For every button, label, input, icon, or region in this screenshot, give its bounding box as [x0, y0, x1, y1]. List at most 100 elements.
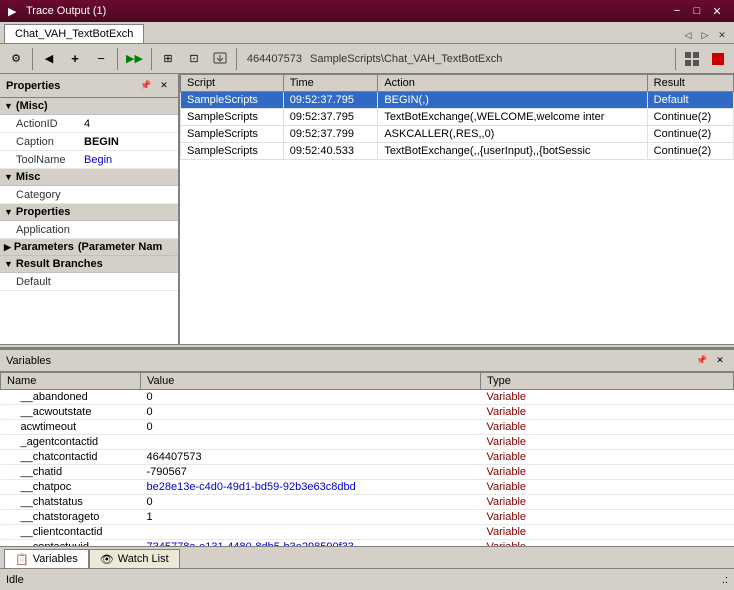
- stop-icon: [712, 53, 724, 65]
- grid2-button[interactable]: ⊡: [182, 47, 206, 71]
- back-button[interactable]: ◀: [37, 47, 61, 71]
- prop-group-result[interactable]: ▼ Result Branches: [0, 256, 178, 273]
- title-bar-title: Trace Output (1): [26, 5, 106, 17]
- prop-row-caption: Caption BEGIN: [0, 133, 178, 151]
- variables-table: Name Value Type __abandoned 0 Variable _…: [0, 372, 734, 546]
- var-type: Variable: [481, 450, 734, 465]
- prop-group-properties[interactable]: ▼ Properties: [0, 204, 178, 221]
- prop-value-toolname: Begin: [84, 154, 112, 166]
- variables-panel: Variables 📌 ✕ Name Value Type __abandone…: [0, 348, 734, 568]
- script-cell-result: Continue(2): [647, 109, 733, 126]
- prop-row-category: Category: [0, 186, 178, 204]
- var-name: __chatpoc: [1, 480, 141, 495]
- script-table-row[interactable]: SampleScripts 09:52:37.799 ASKCALLER(,RE…: [181, 126, 734, 143]
- var-value: [141, 525, 481, 540]
- script-cell-time: 09:52:37.795: [283, 109, 378, 126]
- tab-chat-vah[interactable]: Chat_VAH_TextBotExch: [4, 24, 144, 43]
- var-value: 464407573: [141, 450, 481, 465]
- script-cell-script: SampleScripts: [181, 92, 284, 109]
- var-type: Variable: [481, 495, 734, 510]
- prop-group-misc[interactable]: ▼ (Misc): [0, 98, 178, 115]
- maximize-button[interactable]: □: [688, 3, 706, 19]
- vars-table-row: __chatstatus 0 Variable: [1, 495, 734, 510]
- app-icon: ▶: [8, 4, 22, 18]
- var-value: be28e13e-c4d0-49d1-bd59-92b3e63c8dbd: [141, 480, 481, 495]
- var-name: __chatcontactid: [1, 450, 141, 465]
- script-cell-time: 09:52:37.799: [283, 126, 378, 143]
- var-value: 0: [141, 420, 481, 435]
- vars-table-row: __chatstorageto 1 Variable: [1, 510, 734, 525]
- script-cell-action: TextBotExchange(,,{userInput},,{botSessi…: [378, 143, 647, 160]
- prop-group-misc2[interactable]: ▼ Misc: [0, 169, 178, 186]
- script-cell-time: 09:52:40.533: [283, 143, 378, 160]
- var-type: Variable: [481, 510, 734, 525]
- var-name: __chatid: [1, 465, 141, 480]
- status-bar: Idle .:: [0, 568, 734, 590]
- vars-table-row: __chatid -790567 Variable: [1, 465, 734, 480]
- tab-variables[interactable]: 📋 Variables: [4, 549, 89, 568]
- toolbar-path: SampleScripts\Chat_VAH_TextBotExch: [310, 53, 671, 65]
- download-button[interactable]: [208, 47, 232, 71]
- stop-button[interactable]: [706, 47, 730, 71]
- tab-prev-button[interactable]: ◁: [680, 27, 696, 43]
- var-value: 0: [141, 390, 481, 405]
- run-button[interactable]: ▶▶: [122, 47, 147, 71]
- script-cell-script: SampleScripts: [181, 143, 284, 160]
- vars-table-row: __chatcontactid 464407573 Variable: [1, 450, 734, 465]
- col-result: Result: [647, 75, 733, 92]
- remove-button[interactable]: −: [89, 47, 113, 71]
- variables-panel-header: Variables 📌 ✕: [0, 350, 734, 372]
- script-table-wrapper[interactable]: Script Time Action Result SampleScripts …: [180, 74, 734, 344]
- toolbar-sep-1: [32, 48, 33, 70]
- tab-close-button[interactable]: ✕: [714, 27, 730, 43]
- script-table-row[interactable]: SampleScripts 09:52:40.533 TextBotExchan…: [181, 143, 734, 160]
- minimize-button[interactable]: −: [668, 3, 686, 19]
- vars-close-button[interactable]: ✕: [712, 353, 728, 369]
- tab-watchlist[interactable]: 👁 Watch List: [89, 549, 180, 568]
- var-name: __abandoned: [1, 390, 141, 405]
- panel-pin-button[interactable]: 📌: [138, 78, 154, 94]
- prop-name-caption: Caption: [16, 136, 84, 148]
- toolbar-sep-5: [675, 48, 676, 70]
- vars-table-row: acwtimeout 0 Variable: [1, 420, 734, 435]
- vars-table-row: __clientcontactid Variable: [1, 525, 734, 540]
- watch-tab-icon: 👁: [100, 553, 114, 566]
- settings-button[interactable]: ⚙: [4, 47, 28, 71]
- toolbar-sep-2: [117, 48, 118, 70]
- vars-tab-label: Variables: [33, 553, 78, 565]
- group-properties-label: Properties: [16, 206, 70, 218]
- close-button[interactable]: ✕: [708, 3, 726, 19]
- vars-table-row: __chatpoc be28e13e-c4d0-49d1-bd59-92b3e6…: [1, 480, 734, 495]
- var-name: acwtimeout: [1, 420, 141, 435]
- properties-panel-header: Properties 📌 ✕: [0, 74, 178, 98]
- parameters-hint: (Parameter Nam: [78, 241, 162, 253]
- var-value: [141, 435, 481, 450]
- prop-group-parameters[interactable]: ▶ Parameters (Parameter Nam: [0, 239, 178, 256]
- col-time: Time: [283, 75, 378, 92]
- prop-row-application: Application: [0, 221, 178, 239]
- status-text: Idle: [6, 574, 24, 586]
- script-table-row[interactable]: SampleScripts 09:52:37.795 BEGIN(,) Defa…: [181, 92, 734, 109]
- prop-value-actionid: 4: [84, 118, 90, 130]
- panel-close-button[interactable]: ✕: [156, 78, 172, 94]
- prop-name-default: Default: [16, 276, 84, 288]
- view-button[interactable]: [680, 47, 704, 71]
- script-table-row[interactable]: SampleScripts 09:52:37.795 TextBotExchan…: [181, 109, 734, 126]
- title-bar-controls: − □ ✕: [668, 3, 726, 19]
- var-type: Variable: [481, 480, 734, 495]
- var-type: Variable: [481, 405, 734, 420]
- panel-header-controls: 📌 ✕: [138, 78, 172, 94]
- vars-pin-button[interactable]: 📌: [694, 353, 710, 369]
- var-value: -790567: [141, 465, 481, 480]
- properties-title: Properties: [6, 80, 60, 92]
- grid-button[interactable]: ⊞: [156, 47, 180, 71]
- tab-next-button[interactable]: ▷: [697, 27, 713, 43]
- arrow-result: ▼: [4, 259, 13, 269]
- script-cell-result: Default: [647, 92, 733, 109]
- add-button[interactable]: +: [63, 47, 87, 71]
- vars-table-row: __acwoutstate 0 Variable: [1, 405, 734, 420]
- variables-title: Variables: [6, 355, 51, 367]
- script-table: Script Time Action Result SampleScripts …: [180, 74, 734, 160]
- variables-table-wrapper[interactable]: Name Value Type __abandoned 0 Variable _…: [0, 372, 734, 546]
- title-bar: ▶ Trace Output (1) − □ ✕: [0, 0, 734, 22]
